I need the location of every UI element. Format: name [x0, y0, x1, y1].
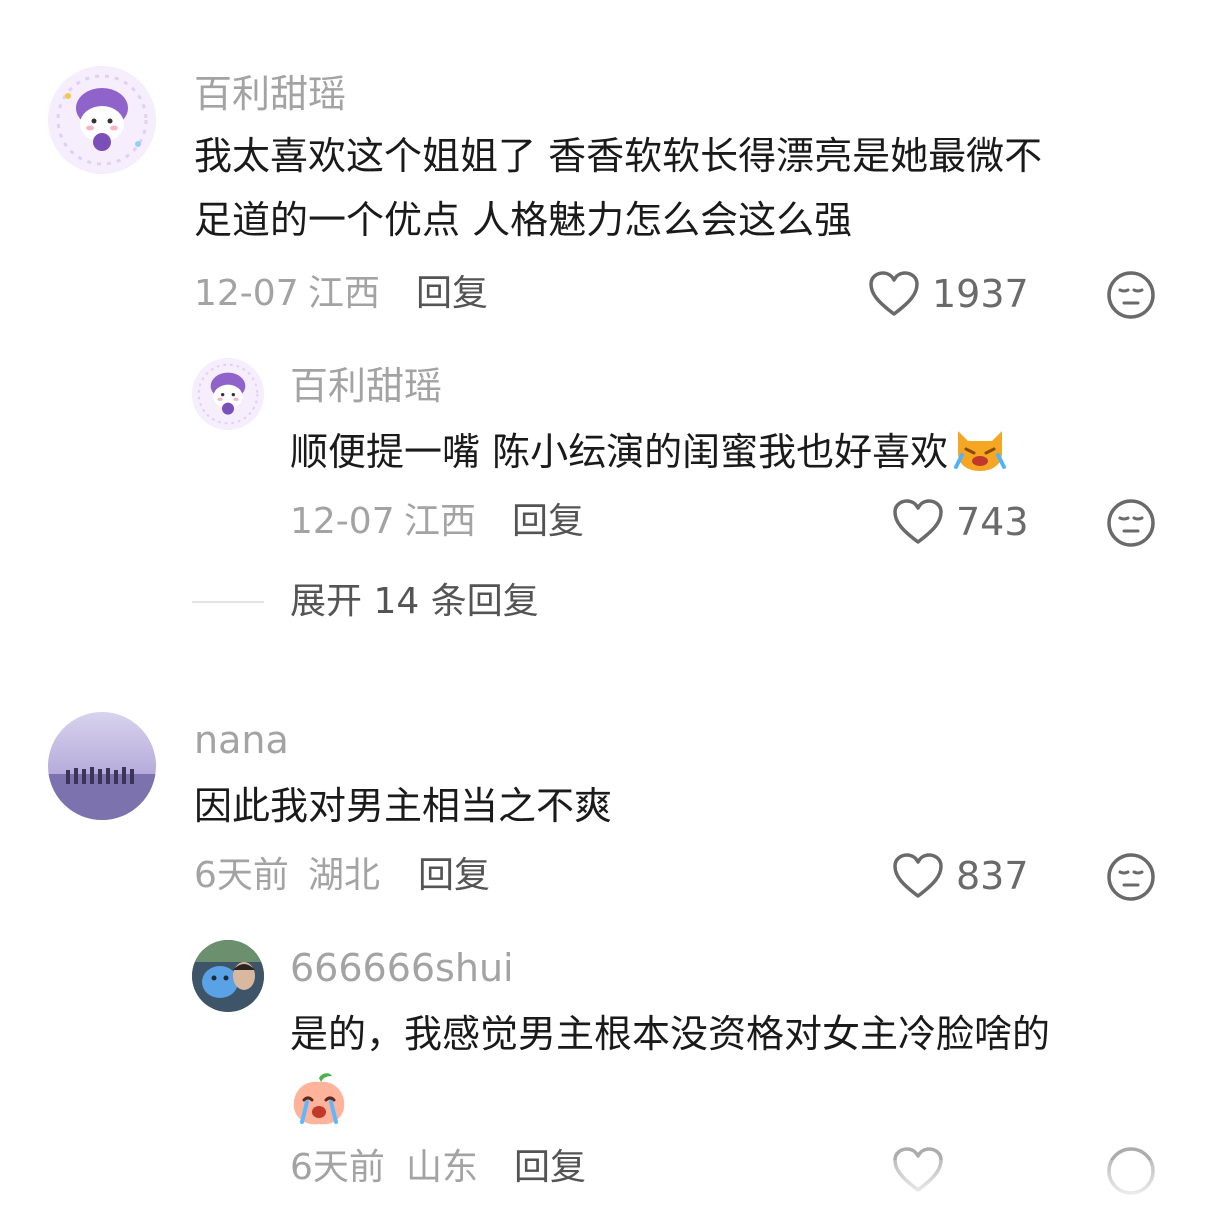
avatar[interactable] [192, 358, 264, 430]
comment-text-line: 足道的一个优点 人格魅力怎么会这么强 [194, 188, 1154, 252]
comment-date: 6天前 [290, 1150, 385, 1186]
dislike-button[interactable] [1106, 270, 1156, 320]
comment-text: 顺便提一嘴 陈小纭演的闺蜜我也好喜欢 [290, 420, 1160, 492]
bottom-fade [880, 1160, 1206, 1208]
comment-date: 12-07 [194, 276, 299, 312]
purple-cat-avatar-icon [48, 66, 156, 174]
reply-button[interactable]: 回复 [418, 858, 490, 894]
dislike-button[interactable] [1106, 852, 1156, 902]
like-count: 743 [956, 503, 1029, 541]
avatar[interactable] [192, 940, 264, 1012]
expand-divider [192, 601, 264, 603]
unamused-face-icon [1106, 498, 1156, 548]
comment-text-line: 顺便提一嘴 陈小纭演的闺蜜我也好喜欢 [290, 430, 948, 474]
like-count: 1937 [932, 275, 1029, 313]
comment-location: 江西 [404, 504, 476, 540]
comment-date: 6天前 [194, 858, 289, 894]
unamused-face-icon [1106, 852, 1156, 902]
heart-icon [892, 852, 944, 900]
username[interactable]: 666666shui [290, 949, 514, 987]
reply-button[interactable]: 回复 [512, 504, 584, 540]
unamused-face-icon [1106, 270, 1156, 320]
expand-replies-button[interactable]: 展开 14 条回复 [290, 584, 539, 620]
comment-location: 山东 [406, 1150, 478, 1186]
username[interactable]: 百利甜瑶 [194, 75, 346, 113]
comment-text-line: 我太喜欢这个姐姐了 香香软软长得漂亮是她最微不 [194, 124, 1154, 188]
blue-plush-avatar-icon [192, 940, 264, 1012]
heart-icon [868, 270, 920, 318]
username[interactable]: nana [194, 721, 289, 759]
reply-button[interactable]: 回复 [514, 1150, 586, 1186]
crying-cat-emoji-icon [952, 423, 1008, 492]
comment-date: 12-07 [290, 504, 395, 540]
purple-cat-avatar-icon [192, 358, 264, 430]
comment-text: 我太喜欢这个姐姐了 香香软软长得漂亮是她最微不 足道的一个优点 人格魅力怎么会这… [194, 124, 1154, 252]
comment-location: 湖北 [308, 858, 380, 894]
like-count: 837 [956, 857, 1029, 895]
reply-button[interactable]: 回复 [416, 276, 488, 312]
username[interactable]: 百利甜瑶 [290, 367, 442, 405]
crying-peach-emoji-icon [290, 1066, 1160, 1130]
comment-text: 是的，我感觉男主根本没资格对女主冷脸啥的 [290, 1002, 1160, 1130]
comment-location: 江西 [308, 276, 380, 312]
avatar[interactable] [48, 66, 156, 174]
like-button[interactable]: 837 [892, 852, 1029, 900]
comment-text-line: 因此我对男主相当之不爽 [194, 774, 1154, 838]
like-button[interactable]: 1937 [868, 270, 1029, 318]
beach-sunset-avatar-icon [48, 712, 156, 820]
dislike-button[interactable] [1106, 498, 1156, 548]
avatar[interactable] [48, 712, 156, 820]
like-button[interactable]: 743 [892, 498, 1029, 546]
comment-text: 因此我对男主相当之不爽 [194, 774, 1154, 838]
comment-text-line: 是的，我感觉男主根本没资格对女主冷脸啥的 [290, 1002, 1160, 1066]
heart-icon [892, 498, 944, 546]
